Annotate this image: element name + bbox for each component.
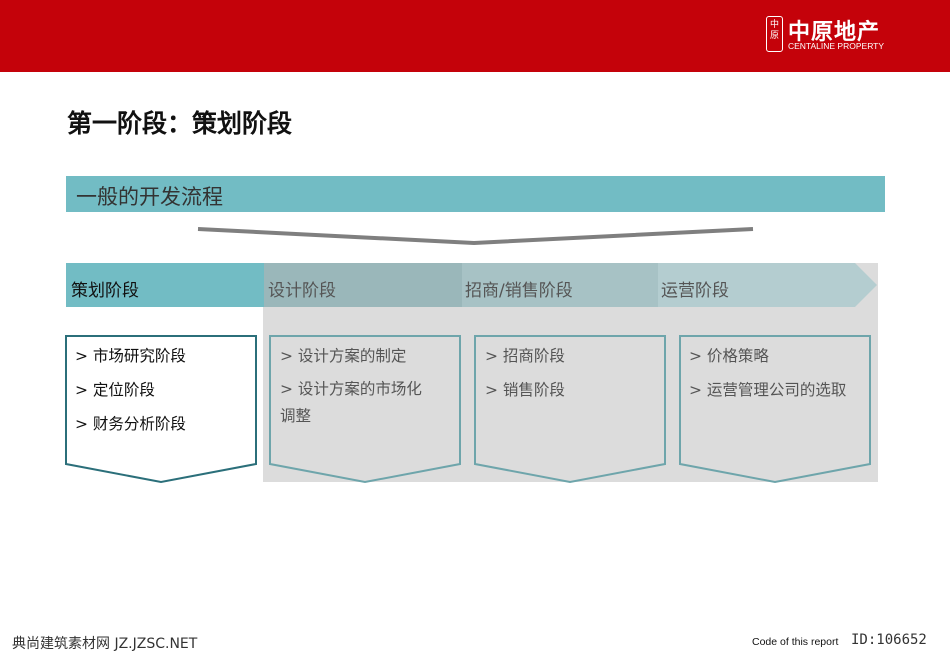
page-title: 第一阶段：策划阶段 — [67, 109, 293, 138]
process-banner: 一般的开发流程 — [66, 176, 885, 212]
operation-items: > 价格策略 > 运营管理公司的选取 — [689, 339, 869, 407]
footer-id: ID:106652 — [851, 632, 927, 648]
list-item: > 财务分析阶段 — [75, 415, 186, 433]
list-item: > 定位阶段 — [75, 381, 155, 399]
logo-seal-icon: 中原 — [766, 16, 783, 52]
list-item: > 运营管理公司的选取 — [689, 381, 847, 399]
stage-label-design: 设计阶段 — [268, 281, 336, 301]
footer-code-label: Code of this report — [752, 636, 839, 648]
footer-watermark: 典尚建筑素材网 JZ.JZSC.NET — [12, 636, 198, 652]
logo-english-name: CENTALINE PROPERTY — [788, 41, 885, 51]
banner-text: 一般的开发流程 — [76, 185, 223, 209]
stage-label-planning: 策划阶段 — [71, 281, 139, 301]
list-item: > 销售阶段 — [485, 381, 565, 399]
list-item: > 招商阶段 — [485, 347, 565, 365]
stage-label-operation: 运营阶段 — [661, 281, 729, 301]
centaline-logo: 中原 中原地产 CENTALINE PROPERTY — [766, 14, 896, 56]
sales-items: > 招商阶段 > 销售阶段 — [485, 339, 660, 407]
list-item: > 市场研究阶段 — [75, 347, 186, 365]
header-bar: 中原 中原地产 CENTALINE PROPERTY — [0, 0, 950, 72]
planning-items: > 市场研究阶段 > 定位阶段 > 财务分析阶段 — [75, 339, 255, 441]
stage-label-sales: 招商/销售阶段 — [465, 281, 573, 301]
brace-connector — [197, 227, 754, 246]
list-item: > 设计方案的制定 — [280, 347, 407, 365]
design-items: > 设计方案的制定 > 设计方案的市场化调整 — [280, 339, 450, 430]
list-item: > 设计方案的市场化调整 — [280, 380, 422, 425]
list-item: > 价格策略 — [689, 347, 769, 365]
